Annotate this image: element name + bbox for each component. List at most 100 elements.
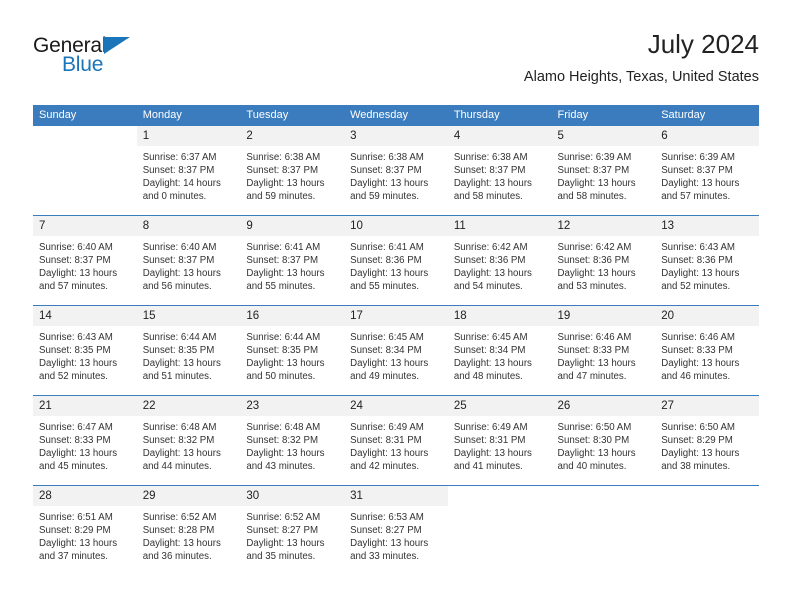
calendar-day-cell[interactable]: 20 Sunrise: 6:46 AM Sunset: 8:33 PM Dayligh… [655, 305, 759, 396]
sunrise-text: Sunrise: 6:52 AM [246, 512, 321, 523]
sunrise-text: Sunrise: 6:40 AM [39, 242, 113, 253]
sunrise-text: Sunrise: 6:43 AM [661, 242, 735, 253]
day-details: Sunrise: 6:40 AM Sunset: 8:37 PM Daylight:… [33, 236, 137, 293]
calendar-day-cell[interactable]: 5 Sunrise: 6:39 AM Sunset: 8:37 PM Daylight… [551, 126, 656, 216]
calendar-day-cell[interactable]: 12 Sunrise: 6:42 AM Sunset: 8:36 PM Dayligh… [551, 215, 656, 306]
day-number [33, 126, 137, 146]
calendar-cell-empty [33, 126, 137, 216]
day-number: 10 [344, 216, 448, 236]
calendar-day-cell[interactable]: 29 Sunrise: 6:52 AM Sunset: 8:28 PM Dayligh… [136, 485, 241, 575]
sunset-text: Sunset: 8:37 PM [350, 165, 422, 177]
calendar-day-cell[interactable]: 26 Sunrise: 6:50 AM Sunset: 8:30 PM Dayligh… [551, 395, 656, 486]
calendar-day-cell[interactable]: 3 Sunrise: 6:38 AM Sunset: 8:37 PM Daylight… [344, 126, 448, 216]
calendar-day-cell[interactable]: 11 Sunrise: 6:42 AM Sunset: 8:36 PM Dayligh… [447, 215, 552, 306]
calendar-day-cell[interactable]: 17 Sunrise: 6:45 AM Sunset: 8:34 PM Dayligh… [344, 305, 448, 396]
daylight-text-line2: and 33 minutes. [350, 551, 420, 563]
calendar-day-cell[interactable]: 9 Sunrise: 6:41 AM Sunset: 8:37 PM Daylight… [240, 215, 345, 306]
day-details: Sunrise: 6:46 AM Sunset: 8:33 PM Daylight:… [655, 326, 759, 383]
day-number: 25 [447, 396, 552, 416]
daylight-text-line2: and 52 minutes. [39, 371, 108, 383]
daylight-text-line2: and 58 minutes. [453, 191, 523, 203]
calendar-day-cell[interactable]: 15 Sunrise: 6:44 AM Sunset: 8:35 PM Dayligh… [136, 305, 241, 396]
column-header-thursday: Thursday [447, 105, 552, 126]
triangle-icon [104, 37, 130, 54]
day-details: Sunrise: 6:41 AM Sunset: 8:37 PM Daylight:… [240, 236, 344, 293]
calendar-day-cell[interactable]: 10 Sunrise: 6:41 AM Sunset: 8:36 PM Dayligh… [344, 215, 448, 306]
calendar-day-cell[interactable]: 6 Sunrise: 6:39 AM Sunset: 8:37 PM Daylight… [655, 126, 759, 216]
day-details: Sunrise: 6:44 AM Sunset: 8:35 PM Daylight:… [137, 326, 241, 383]
daylight-text-line1: Daylight: 14 hours [142, 178, 221, 190]
calendar-day-cell[interactable]: 31 Sunrise: 6:53 AM Sunset: 8:27 PM Dayligh… [344, 485, 448, 575]
calendar-day-cell[interactable]: 2 Sunrise: 6:38 AM Sunset: 8:37 PM Daylight… [240, 126, 345, 216]
calendar-day-cell[interactable]: 4 Sunrise: 6:38 AM Sunset: 8:37 PM Daylight… [447, 126, 552, 216]
daylight-text-line2: and 59 minutes. [246, 191, 316, 203]
page-subtitle: Alamo Heights, Texas, United States [523, 69, 759, 85]
sunrise-text: Sunrise: 6:41 AM [350, 242, 424, 253]
day-number: 22 [136, 396, 241, 416]
day-number: 4 [447, 126, 552, 146]
sunrise-text: Sunrise: 6:38 AM [350, 152, 424, 163]
day-number: 9 [240, 216, 345, 236]
column-header-sunday: Sunday [33, 105, 137, 126]
daylight-text-line1: Daylight: 13 hours [350, 178, 429, 190]
daylight-text-line2: and 55 minutes. [350, 281, 420, 293]
daylight-text-line1: Daylight: 13 hours [39, 448, 118, 460]
daylight-text-line1: Daylight: 13 hours [453, 358, 532, 370]
day-details: Sunrise: 6:52 AM Sunset: 8:28 PM Daylight:… [137, 506, 241, 563]
calendar-day-cell[interactable]: 21 Sunrise: 6:47 AM Sunset: 8:33 PM Dayligh… [33, 395, 137, 486]
daylight-text-line1: Daylight: 13 hours [557, 448, 636, 460]
day-number: 18 [447, 306, 552, 326]
calendar-day-cell[interactable]: 16 Sunrise: 6:44 AM Sunset: 8:35 PM Dayligh… [240, 305, 345, 396]
calendar-cell-empty [447, 485, 552, 575]
sunrise-text: Sunrise: 6:38 AM [246, 152, 321, 163]
sunrise-text: Sunrise: 6:50 AM [557, 422, 632, 433]
daylight-text-line2: and 54 minutes. [453, 281, 523, 293]
calendar-day-cell[interactable]: 30 Sunrise: 6:52 AM Sunset: 8:27 PM Dayligh… [240, 485, 345, 575]
calendar-day-cell[interactable]: 24 Sunrise: 6:49 AM Sunset: 8:31 PM Dayligh… [344, 395, 448, 486]
sunset-text: Sunset: 8:37 PM [661, 165, 733, 177]
calendar-day-cell[interactable]: 19 Sunrise: 6:46 AM Sunset: 8:33 PM Dayligh… [551, 305, 656, 396]
calendar-day-cell[interactable]: 23 Sunrise: 6:48 AM Sunset: 8:32 PM Dayligh… [240, 395, 345, 486]
day-number [551, 486, 656, 506]
title-block: July 2024 Alamo Heights, Texas, United S… [524, 28, 759, 86]
sunset-text: Sunset: 8:37 PM [142, 255, 215, 267]
calendar-week-row: 28 Sunrise: 6:51 AM Sunset: 8:29 PM Dayligh… [33, 485, 759, 575]
calendar-day-cell[interactable]: 7 Sunrise: 6:40 AM Sunset: 8:37 PM Daylight… [33, 215, 137, 306]
daylight-text-line1: Daylight: 13 hours [142, 358, 221, 370]
day-number [655, 486, 759, 506]
day-details: Sunrise: 6:45 AM Sunset: 8:34 PM Daylight:… [344, 326, 448, 383]
day-number: 17 [344, 306, 448, 326]
calendar-body: 1 Sunrise: 6:37 AM Sunset: 8:37 PM Daylight… [33, 126, 759, 575]
calendar-day-cell[interactable]: 28 Sunrise: 6:51 AM Sunset: 8:29 PM Dayligh… [33, 485, 137, 575]
calendar-day-cell[interactable]: 14 Sunrise: 6:43 AM Sunset: 8:35 PM Dayligh… [33, 305, 137, 396]
daylight-text-line2: and 48 minutes. [453, 371, 523, 383]
calendar-day-cell[interactable]: 27 Sunrise: 6:50 AM Sunset: 8:29 PM Dayligh… [655, 395, 759, 486]
sunset-text: Sunset: 8:32 PM [142, 435, 215, 447]
sunrise-text: Sunrise: 6:45 AM [350, 332, 424, 343]
day-number: 19 [551, 306, 656, 326]
calendar-day-cell[interactable]: 22 Sunrise: 6:48 AM Sunset: 8:32 PM Dayligh… [136, 395, 241, 486]
day-details: Sunrise: 6:44 AM Sunset: 8:35 PM Daylight:… [240, 326, 344, 383]
day-details: Sunrise: 6:39 AM Sunset: 8:37 PM Daylight:… [552, 146, 656, 203]
general-blue-logo[interactable]: General Blue [33, 34, 233, 86]
page-header: General Blue July 2024 Alamo Heights, Te… [33, 28, 759, 96]
sunset-text: Sunset: 8:34 PM [453, 345, 526, 357]
calendar-day-cell[interactable]: 8 Sunrise: 6:40 AM Sunset: 8:37 PM Daylight… [136, 215, 241, 306]
sunrise-text: Sunrise: 6:49 AM [350, 422, 424, 433]
calendar-day-cell[interactable]: 1 Sunrise: 6:37 AM Sunset: 8:37 PM Daylight… [136, 126, 241, 216]
daylight-text-line1: Daylight: 13 hours [557, 268, 636, 280]
day-number: 5 [551, 126, 656, 146]
daylight-text-line2: and 46 minutes. [661, 371, 731, 383]
calendar-day-cell[interactable]: 25 Sunrise: 6:49 AM Sunset: 8:31 PM Dayligh… [447, 395, 552, 486]
sunset-text: Sunset: 8:37 PM [39, 255, 111, 267]
day-details: Sunrise: 6:52 AM Sunset: 8:27 PM Daylight:… [240, 506, 344, 563]
daylight-text-line1: Daylight: 13 hours [39, 358, 118, 370]
sunset-text: Sunset: 8:28 PM [142, 525, 215, 537]
daylight-text-line1: Daylight: 13 hours [661, 268, 740, 280]
calendar-day-cell[interactable]: 13 Sunrise: 6:43 AM Sunset: 8:36 PM Dayligh… [655, 215, 759, 306]
day-details: Sunrise: 6:39 AM Sunset: 8:37 PM Daylight:… [655, 146, 759, 203]
calendar-day-cell[interactable]: 18 Sunrise: 6:45 AM Sunset: 8:34 PM Dayligh… [447, 305, 552, 396]
day-details: Sunrise: 6:38 AM Sunset: 8:37 PM Daylight:… [448, 146, 552, 203]
daylight-text-line2: and 0 minutes. [142, 191, 207, 203]
day-details: Sunrise: 6:40 AM Sunset: 8:37 PM Daylight:… [137, 236, 241, 293]
